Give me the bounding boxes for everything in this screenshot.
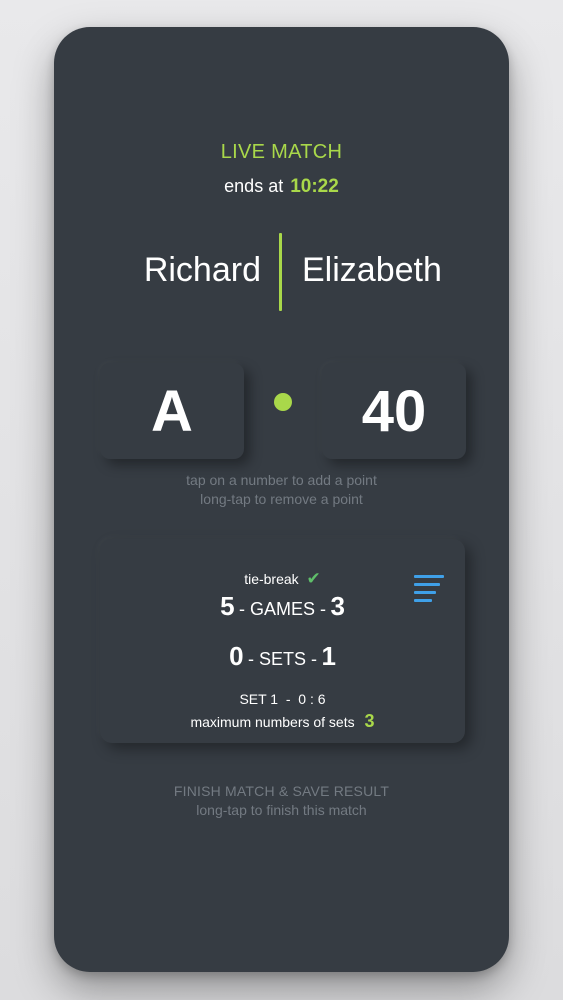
score-hint: tap on a number to add a point long-tap … <box>54 471 509 509</box>
games-right: 3 <box>330 591 345 621</box>
match-header: LIVE MATCH ends at 10:22 <box>54 141 509 198</box>
ends-at-time: 10:22 <box>290 176 339 197</box>
max-sets: maximum numbers of sets 3 <box>100 711 465 732</box>
tiebreak-indicator: tie-break ✔ <box>100 569 465 589</box>
match-stats-card: tie-break ✔ 5 - GAMES - 3 0 - SETS - 1 S… <box>100 539 465 743</box>
sets-right: 1 <box>321 641 336 671</box>
games-left: 5 <box>220 591 235 621</box>
ends-at-label: ends at <box>224 176 284 196</box>
end-time: ends at 10:22 <box>54 176 509 198</box>
player-right-name: Elizabeth <box>302 251 442 289</box>
hint-remove-point: long-tap to remove a point <box>200 491 363 507</box>
games-label: - GAMES - <box>238 599 326 619</box>
phone-screen: LIVE MATCH ends at 10:22 Richard Elizabe… <box>54 27 509 972</box>
serve-dot-icon <box>274 393 292 411</box>
set-result: SET 1 - 0 : 6 <box>239 691 326 707</box>
check-icon: ✔ <box>306 569 321 588</box>
player-left-name: Richard <box>143 251 261 289</box>
max-sets-label: maximum numbers of sets <box>190 714 355 730</box>
games-score: 5 - GAMES - 3 <box>100 591 465 622</box>
sets-label: - SETS - <box>247 649 317 669</box>
finish-match-button[interactable]: FINISH MATCH & SAVE RESULT long-tap to f… <box>54 783 509 818</box>
finish-match-subtitle: long-tap to finish this match <box>196 802 367 818</box>
score-right-button[interactable]: 40 <box>322 363 466 459</box>
hint-add-point: tap on a number to add a point <box>186 472 377 488</box>
tiebreak-label: tie-break <box>244 571 299 587</box>
max-sets-value: 3 <box>364 711 375 731</box>
finish-match-title: FINISH MATCH & SAVE RESULT <box>173 783 390 799</box>
players: Richard Elizabeth <box>54 231 509 315</box>
sets-score: 0 - SETS - 1 <box>100 641 465 672</box>
sets-left: 0 <box>229 641 244 671</box>
player-divider <box>279 233 282 311</box>
live-match-status: LIVE MATCH <box>220 141 343 163</box>
score-left-button[interactable]: A <box>100 363 244 459</box>
